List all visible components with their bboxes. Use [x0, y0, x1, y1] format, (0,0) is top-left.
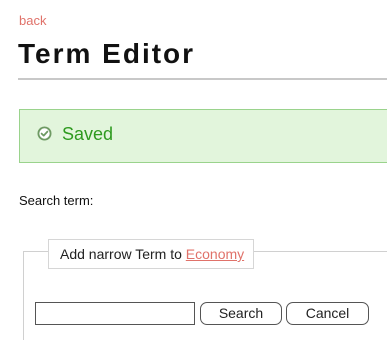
search-button[interactable]: Search — [200, 302, 282, 325]
cancel-button[interactable]: Cancel — [286, 302, 369, 325]
legend-text: Add narrow Term to — [60, 246, 182, 262]
parent-term-link[interactable]: Economy — [186, 246, 244, 262]
search-term-label: Search term: — [19, 193, 94, 208]
saved-message: Saved — [62, 124, 114, 144]
title-divider — [18, 78, 387, 80]
back-link[interactable]: back — [19, 13, 46, 29]
check-circle-icon — [37, 126, 52, 141]
term-editor-page: back Term Editor Saved Search term: Add … — [0, 0, 387, 340]
page-title: Term Editor — [18, 38, 196, 69]
add-narrow-term-legend: Add narrow Term to Economy — [48, 239, 255, 269]
narrow-term-input[interactable] — [35, 302, 195, 325]
